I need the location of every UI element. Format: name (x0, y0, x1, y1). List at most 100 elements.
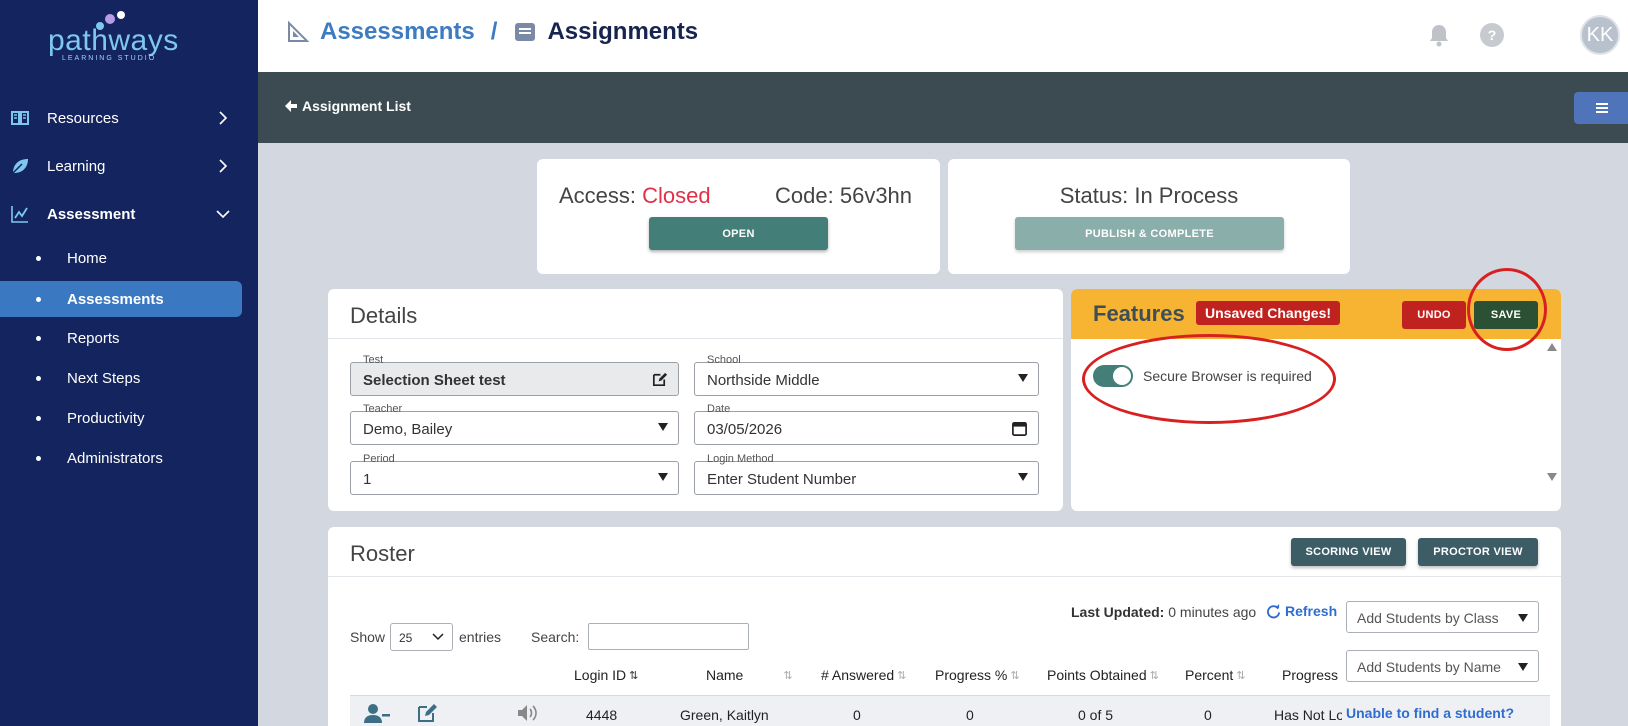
entries-label: entries (459, 629, 502, 645)
caret-down-icon (1018, 374, 1028, 382)
column-header-progress[interactable]: Progress (1282, 667, 1338, 683)
open-button[interactable]: OPEN (649, 217, 828, 250)
school-value: Northside Middle (707, 372, 820, 389)
cell-points: 0 of 5 (1078, 707, 1114, 723)
column-label: Percent (1185, 667, 1234, 683)
refresh-label: Refresh (1285, 603, 1338, 619)
bullet-icon (36, 455, 41, 461)
assignment-list-link[interactable]: Assignment List (284, 98, 411, 114)
login-method-select[interactable]: Login Method Enter Student Number (694, 453, 1039, 495)
sidebar-subitem-reports[interactable]: Reports (0, 320, 258, 356)
caret-down-icon (1018, 473, 1028, 481)
chevron-down-icon (432, 633, 444, 641)
sidebar-item-label: Productivity (67, 409, 145, 427)
logo-subtitle: LEARNING STUDIO (62, 55, 157, 62)
refresh-link[interactable]: Refresh (1266, 603, 1337, 619)
chevron-right-icon (219, 159, 228, 173)
hamburger-icon (1596, 103, 1608, 113)
proctor-view-button[interactable]: PROCTOR VIEW (1418, 538, 1538, 566)
cell-progress-pct: 0 (966, 707, 974, 723)
entries-select[interactable]: 25 (390, 623, 453, 651)
top-header: Assessments / Assignments ? KK (258, 0, 1628, 72)
teacher-select[interactable]: Teacher Demo, Bailey (350, 403, 679, 445)
add-students-by-name-select[interactable]: Add Students by Name (1346, 650, 1539, 682)
column-header-percent[interactable]: Percent ⇅ (1185, 667, 1245, 683)
sidebar-subitem-next-steps[interactable]: Next Steps (0, 360, 258, 396)
help-icon[interactable]: ? (1479, 22, 1505, 48)
bullet-icon (36, 335, 41, 341)
unable-to-find-student-link[interactable]: Unable to find a student? (1346, 705, 1514, 721)
column-header-answered[interactable]: # Answered ⇅ (821, 667, 906, 683)
access-label: Access: (559, 183, 637, 208)
unsaved-changes-badge: Unsaved Changes! (1196, 301, 1341, 325)
sidebar-item-label: Learning (47, 157, 106, 175)
add-students-by-class-select[interactable]: Add Students by Class (1346, 601, 1539, 633)
date-label: Date (707, 403, 731, 415)
access-state: Closed (642, 183, 711, 208)
sidebar-item-label: Assessment (47, 205, 136, 223)
status-text: Status: In Process (1059, 183, 1239, 208)
caret-down-icon (1518, 663, 1528, 671)
sidebar-item-resources[interactable]: Resources (0, 96, 258, 140)
ruler-triangle-icon (288, 20, 310, 42)
book-icon (11, 111, 29, 125)
sidebar-item-label: Next Steps (67, 369, 141, 387)
column-header-points[interactable]: Points Obtained ⇅ (1047, 667, 1159, 683)
cell-login-id: 4448 (586, 707, 618, 723)
publish-complete-button[interactable]: PUBLISH & COMPLETE (1015, 217, 1284, 250)
column-header-progress-pct[interactable]: Progress % ⇅ (935, 667, 1020, 683)
sort-icon: ⇅ (1149, 669, 1159, 682)
sidebar-subitem-home[interactable]: Home (0, 240, 258, 276)
edit-icon[interactable] (651, 371, 668, 388)
column-label: Points Obtained (1047, 667, 1147, 683)
status-card: Status: In Process PUBLISH & COMPLETE (948, 159, 1350, 274)
search-input[interactable] (588, 623, 749, 650)
sidebar-subitem-productivity[interactable]: Productivity (0, 400, 258, 436)
bell-icon[interactable] (1426, 22, 1452, 48)
sidebar-item-learning[interactable]: Learning (0, 144, 258, 188)
cell-progress: Has Not Lo (1274, 707, 1342, 723)
access-status: Access: Closed (559, 183, 711, 209)
roster-card: Roster SCORING VIEW PROCTOR VIEW Last Up… (328, 527, 1561, 726)
sidebar-item-label: Resources (47, 109, 119, 127)
edit-icon[interactable] (417, 703, 439, 723)
pathways-logo[interactable]: pathways LEARNING STUDIO (48, 10, 198, 65)
undo-button[interactable]: UNDO (1402, 301, 1466, 329)
bullet-icon (36, 415, 41, 421)
features-scrollbar[interactable] (1545, 343, 1557, 483)
column-label: Progress (1282, 667, 1339, 683)
refresh-icon (1267, 603, 1281, 618)
caret-down-icon (658, 473, 668, 481)
roster-title: Roster (350, 541, 415, 566)
arrow-left-icon (285, 100, 297, 112)
column-header-login-id[interactable]: Login ID ⇅ (574, 667, 638, 683)
remove-user-icon[interactable] (364, 703, 390, 723)
search-label: Search: (531, 629, 580, 645)
column-label: Name (706, 667, 744, 683)
chart-line-icon (11, 206, 28, 223)
divider (328, 338, 1063, 339)
period-label: Period (363, 453, 395, 465)
sidebar-item-assessment[interactable]: Assessment (0, 192, 258, 236)
scoring-view-button[interactable]: SCORING VIEW (1291, 538, 1406, 566)
calendar-icon[interactable] (1011, 420, 1028, 437)
add-by-class-label: Add Students by Class (1357, 610, 1499, 626)
column-header-name[interactable]: Name ⇅ (706, 667, 793, 683)
cell-percent: 0 (1204, 707, 1212, 723)
breadcrumb-assessments-link[interactable]: Assessments (320, 18, 475, 46)
menu-button[interactable] (1574, 92, 1628, 124)
period-select[interactable]: Period 1 (350, 453, 679, 495)
date-input[interactable]: Date 03/05/2026 (694, 403, 1039, 445)
sidebar-subitem-assessments[interactable]: Assessments (0, 281, 242, 317)
assignment-card-icon (515, 23, 536, 41)
details-card: Details Test Selection Sheet test School… (328, 289, 1063, 511)
sidebar-item-label: Home (67, 249, 108, 267)
entries-value: 25 (399, 631, 413, 645)
scroll-down-icon[interactable] (1547, 473, 1557, 481)
sidebar-subitem-administrators[interactable]: Administrators (0, 440, 258, 476)
school-select[interactable]: School Northside Middle (694, 354, 1039, 396)
user-avatar[interactable]: KK (1580, 15, 1620, 55)
speaker-icon[interactable] (517, 703, 539, 723)
caret-down-icon (1518, 614, 1528, 622)
scroll-up-icon[interactable] (1547, 343, 1557, 351)
